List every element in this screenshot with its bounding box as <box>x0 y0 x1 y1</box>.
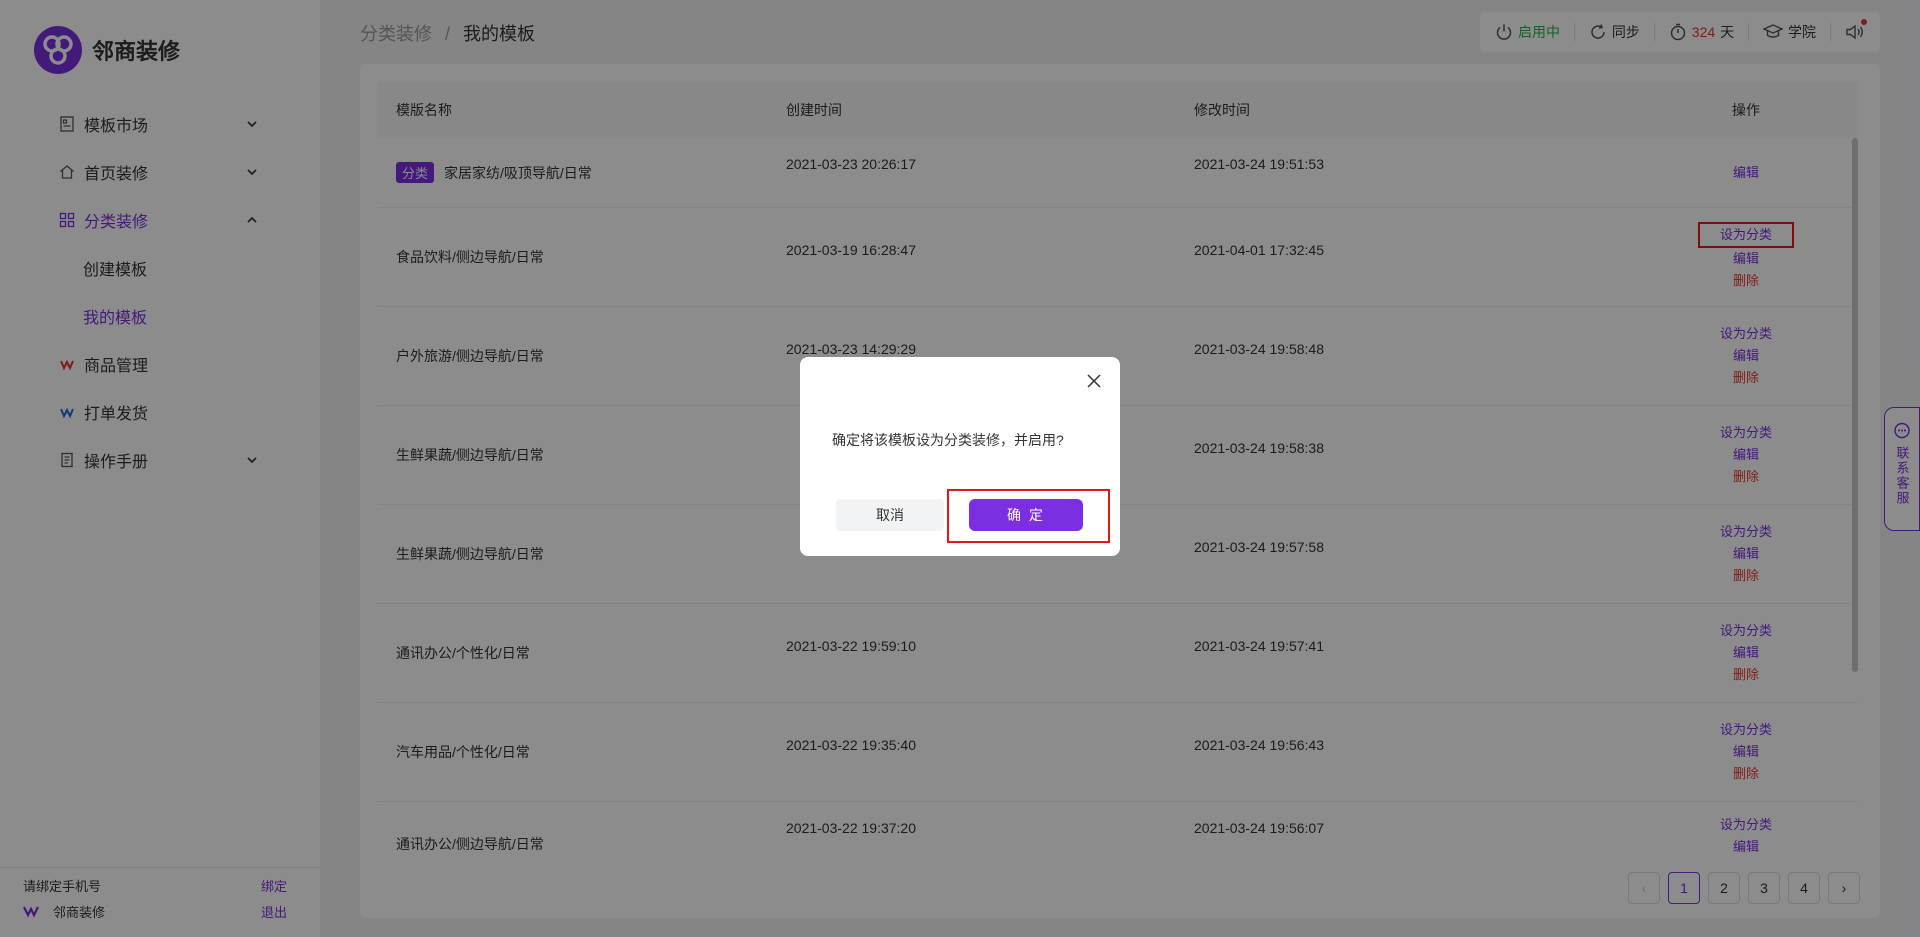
close-icon[interactable] <box>1086 373 1102 389</box>
confirm-dialog: 确定将该模板设为分类装修，并启用? 取消 确 定 <box>800 357 1120 556</box>
confirm-button[interactable]: 确 定 <box>969 499 1083 531</box>
cancel-button[interactable]: 取消 <box>836 499 944 531</box>
dialog-message: 确定将该模板设为分类装修，并启用? <box>832 432 1064 448</box>
